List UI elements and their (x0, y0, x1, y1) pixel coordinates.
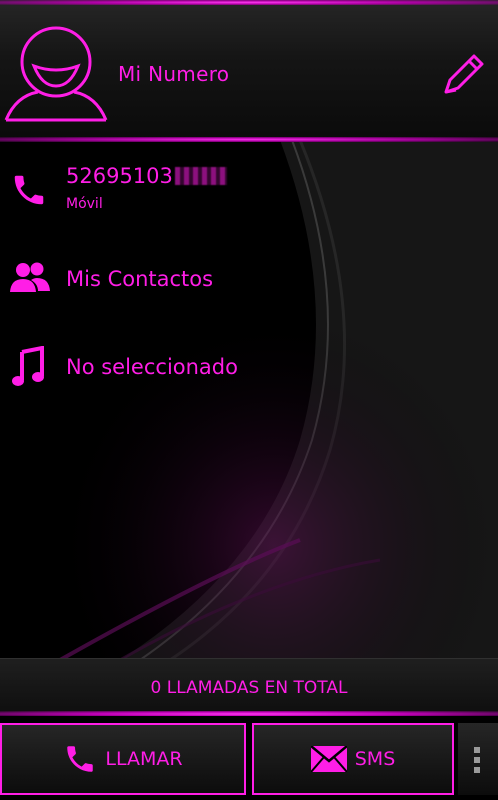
ringtone-label: No seleccionado (66, 355, 238, 379)
overflow-dot-icon (474, 757, 480, 763)
action-bar: LLAMAR SMS (0, 716, 498, 800)
total-calls-label: 0 LLAMADAS EN TOTAL (150, 678, 348, 698)
header-glow-bottom (0, 137, 498, 142)
phone-icon (67, 746, 94, 772)
phone-type: Móvil (66, 196, 103, 212)
ringtone-row[interactable]: No seleccionado (0, 330, 498, 406)
envelope-icon (310, 746, 347, 772)
phone-icon (14, 175, 44, 205)
contacts-label: Mis Contactos (66, 267, 214, 291)
screen: Mi Numero 52695103 Móvil Mis Contactos N… (0, 0, 498, 800)
overflow-dot-icon (474, 747, 480, 753)
contact-name: Mi Numero (118, 62, 230, 86)
header-glow-top (0, 0, 498, 5)
phone-number-text: 52695103 (66, 164, 173, 188)
contact-header: Mi Numero (0, 0, 498, 142)
total-calls-bar: 0 LLAMADAS EN TOTAL (0, 658, 498, 717)
redacted-digits (174, 167, 227, 185)
call-button[interactable]: LLAMAR (0, 723, 246, 795)
sms-button[interactable]: SMS (252, 723, 454, 795)
pencil-edit-icon[interactable] (438, 50, 488, 100)
phone-number: 52695103 (66, 164, 227, 188)
overflow-dot-icon (474, 767, 480, 773)
person-avatar-icon[interactable] (4, 22, 108, 122)
contacts-row[interactable]: Mis Contactos (0, 240, 498, 316)
overflow-menu-button[interactable] (458, 723, 498, 795)
sms-button-label: SMS (354, 748, 396, 770)
phone-row[interactable]: 52695103 Móvil (0, 150, 498, 230)
contacts-icon (10, 262, 50, 292)
call-button-label: LLAMAR (105, 748, 183, 770)
music-note-icon (12, 346, 44, 386)
